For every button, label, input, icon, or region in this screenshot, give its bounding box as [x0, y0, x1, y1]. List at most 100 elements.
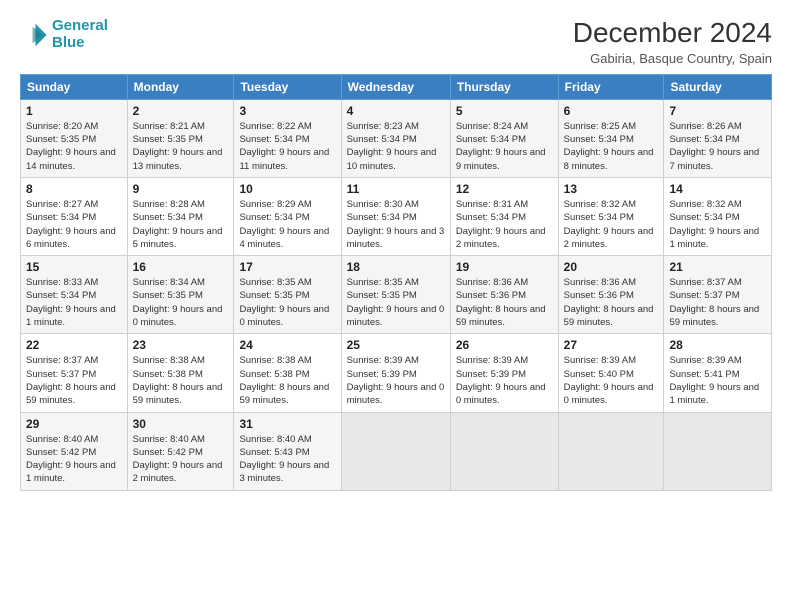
day-info: Sunrise: 8:40 AMSunset: 5:43 PMDaylight:… — [239, 433, 335, 486]
calendar-cell: 13 Sunrise: 8:32 AMSunset: 5:34 PMDayligh… — [558, 177, 664, 255]
calendar-cell: 14Sunrise: 8:32 AMSunset: 5:34 PMDayligh… — [664, 177, 772, 255]
day-info: Sunrise: 8:27 AMSunset: 5:34 PMDaylight:… — [26, 198, 122, 251]
day-info: Sunrise: 8:26 AMSunset: 5:34 PMDaylight:… — [669, 120, 766, 173]
day-info: Sunrise: 8:28 AMSunset: 5:34 PMDaylight:… — [133, 198, 229, 251]
day-info: Sunrise: 8:32 AMSunset: 5:34 PMDaylight:… — [564, 198, 659, 251]
calendar-cell: 1 Sunrise: 8:20 AMSunset: 5:35 PMDaylight… — [21, 99, 128, 177]
day-number: 10 — [239, 182, 335, 196]
day-info: Sunrise: 8:22 AMSunset: 5:34 PMDaylight:… — [239, 120, 335, 173]
day-number: 21 — [669, 260, 766, 274]
calendar-cell: 9 Sunrise: 8:28 AMSunset: 5:34 PMDaylight… — [127, 177, 234, 255]
calendar-cell: 27 Sunrise: 8:39 AMSunset: 5:40 PMDayligh… — [558, 334, 664, 412]
day-number: 27 — [564, 338, 659, 352]
day-info: Sunrise: 8:35 AMSunset: 5:35 PMDaylight:… — [239, 276, 335, 329]
calendar-cell: 17 Sunrise: 8:35 AMSunset: 5:35 PMDayligh… — [234, 256, 341, 334]
calendar-cell — [341, 412, 450, 490]
calendar-cell: 16Sunrise: 8:34 AMSunset: 5:35 PMDayligh… — [127, 256, 234, 334]
calendar-cell: 31 Sunrise: 8:40 AMSunset: 5:43 PMDayligh… — [234, 412, 341, 490]
day-info: Sunrise: 8:20 AMSunset: 5:35 PMDaylight:… — [26, 120, 122, 173]
calendar-cell: 15Sunrise: 8:33 AMSunset: 5:34 PMDayligh… — [21, 256, 128, 334]
day-info: Sunrise: 8:40 AMSunset: 5:42 PMDaylight:… — [26, 433, 122, 486]
calendar-cell: 8 Sunrise: 8:27 AMSunset: 5:34 PMDaylight… — [21, 177, 128, 255]
calendar-cell: 5 Sunrise: 8:24 AMSunset: 5:34 PMDaylight… — [450, 99, 558, 177]
day-number: 8 — [26, 182, 122, 196]
calendar-cell — [450, 412, 558, 490]
day-number: 20 — [564, 260, 659, 274]
subtitle: Gabiria, Basque Country, Spain — [573, 51, 772, 66]
day-info: Sunrise: 8:29 AMSunset: 5:34 PMDaylight:… — [239, 198, 335, 251]
calendar-cell: 10 Sunrise: 8:29 AMSunset: 5:34 PMDayligh… — [234, 177, 341, 255]
day-number: 5 — [456, 104, 553, 118]
day-number: 17 — [239, 260, 335, 274]
day-number: 16 — [133, 260, 229, 274]
calendar-week-row: 22Sunrise: 8:37 AMSunset: 5:37 PMDayligh… — [21, 334, 772, 412]
day-info: Sunrise: 8:37 AMSunset: 5:37 PMDaylight:… — [669, 276, 766, 329]
day-number: 30 — [133, 417, 229, 431]
day-info: Sunrise: 8:38 AMSunset: 5:38 PMDaylight:… — [239, 354, 335, 407]
day-info: Sunrise: 8:36 AMSunset: 5:36 PMDaylight:… — [456, 276, 553, 329]
day-info: Sunrise: 8:39 AMSunset: 5:40 PMDaylight:… — [564, 354, 659, 407]
day-number: 24 — [239, 338, 335, 352]
calendar-week-row: 15Sunrise: 8:33 AMSunset: 5:34 PMDayligh… — [21, 256, 772, 334]
day-number: 1 — [26, 104, 122, 118]
day-number: 31 — [239, 417, 335, 431]
logo-text: General Blue — [52, 18, 108, 51]
day-info: Sunrise: 8:39 AMSunset: 5:39 PMDaylight:… — [456, 354, 553, 407]
calendar-cell — [664, 412, 772, 490]
calendar-cell: 30Sunrise: 8:40 AMSunset: 5:42 PMDayligh… — [127, 412, 234, 490]
logo: General Blue — [20, 18, 108, 51]
calendar-cell: 25Sunrise: 8:39 AMSunset: 5:39 PMDayligh… — [341, 334, 450, 412]
day-number: 25 — [347, 338, 445, 352]
calendar: SundayMondayTuesdayWednesdayThursdayFrid… — [20, 74, 772, 491]
day-of-week-header: Monday — [127, 74, 234, 99]
calendar-cell: 29 Sunrise: 8:40 AMSunset: 5:42 PMDayligh… — [21, 412, 128, 490]
day-info: Sunrise: 8:24 AMSunset: 5:34 PMDaylight:… — [456, 120, 553, 173]
title-section: December 2024 Gabiria, Basque Country, S… — [573, 18, 772, 66]
day-number: 26 — [456, 338, 553, 352]
day-number: 13 — [564, 182, 659, 196]
day-number: 9 — [133, 182, 229, 196]
calendar-week-row: 1 Sunrise: 8:20 AMSunset: 5:35 PMDaylight… — [21, 99, 772, 177]
day-number: 2 — [133, 104, 229, 118]
day-number: 12 — [456, 182, 553, 196]
calendar-week-row: 29 Sunrise: 8:40 AMSunset: 5:42 PMDayligh… — [21, 412, 772, 490]
calendar-cell: 2 Sunrise: 8:21 AMSunset: 5:35 PMDaylight… — [127, 99, 234, 177]
main-title: December 2024 — [573, 18, 772, 49]
day-number: 19 — [456, 260, 553, 274]
day-of-week-header: Thursday — [450, 74, 558, 99]
day-of-week-header: Tuesday — [234, 74, 341, 99]
day-info: Sunrise: 8:32 AMSunset: 5:34 PMDaylight:… — [669, 198, 766, 251]
day-of-week-header: Friday — [558, 74, 664, 99]
day-number: 7 — [669, 104, 766, 118]
calendar-cell: 22Sunrise: 8:37 AMSunset: 5:37 PMDayligh… — [21, 334, 128, 412]
calendar-cell — [558, 412, 664, 490]
day-number: 4 — [347, 104, 445, 118]
day-info: Sunrise: 8:25 AMSunset: 5:34 PMDaylight:… — [564, 120, 659, 173]
day-info: Sunrise: 8:37 AMSunset: 5:37 PMDaylight:… — [26, 354, 122, 407]
calendar-cell: 23 Sunrise: 8:38 AMSunset: 5:38 PMDayligh… — [127, 334, 234, 412]
calendar-cell: 4Sunrise: 8:23 AMSunset: 5:34 PMDaylight… — [341, 99, 450, 177]
day-info: Sunrise: 8:21 AMSunset: 5:35 PMDaylight:… — [133, 120, 229, 173]
calendar-cell: 19 Sunrise: 8:36 AMSunset: 5:36 PMDayligh… — [450, 256, 558, 334]
calendar-cell: 20 Sunrise: 8:36 AMSunset: 5:36 PMDayligh… — [558, 256, 664, 334]
day-of-week-header: Wednesday — [341, 74, 450, 99]
calendar-cell: 7 Sunrise: 8:26 AMSunset: 5:34 PMDaylight… — [664, 99, 772, 177]
calendar-cell: 3Sunrise: 8:22 AMSunset: 5:34 PMDaylight… — [234, 99, 341, 177]
header: General Blue December 2024 Gabiria, Basq… — [20, 18, 772, 66]
calendar-cell: 28Sunrise: 8:39 AMSunset: 5:41 PMDayligh… — [664, 334, 772, 412]
day-number: 6 — [564, 104, 659, 118]
day-info: Sunrise: 8:31 AMSunset: 5:34 PMDaylight:… — [456, 198, 553, 251]
day-number: 15 — [26, 260, 122, 274]
day-info: Sunrise: 8:38 AMSunset: 5:38 PMDaylight:… — [133, 354, 229, 407]
calendar-cell: 24 Sunrise: 8:38 AMSunset: 5:38 PMDayligh… — [234, 334, 341, 412]
day-info: Sunrise: 8:35 AMSunset: 5:35 PMDaylight:… — [347, 276, 445, 329]
calendar-header-row: SundayMondayTuesdayWednesdayThursdayFrid… — [21, 74, 772, 99]
day-info: Sunrise: 8:36 AMSunset: 5:36 PMDaylight:… — [564, 276, 659, 329]
day-info: Sunrise: 8:30 AMSunset: 5:34 PMDaylight:… — [347, 198, 445, 251]
calendar-cell: 18Sunrise: 8:35 AMSunset: 5:35 PMDayligh… — [341, 256, 450, 334]
day-number: 23 — [133, 338, 229, 352]
day-info: Sunrise: 8:39 AMSunset: 5:41 PMDaylight:… — [669, 354, 766, 407]
calendar-cell: 6 Sunrise: 8:25 AMSunset: 5:34 PMDaylight… — [558, 99, 664, 177]
page: General Blue December 2024 Gabiria, Basq… — [0, 0, 792, 612]
day-number: 29 — [26, 417, 122, 431]
